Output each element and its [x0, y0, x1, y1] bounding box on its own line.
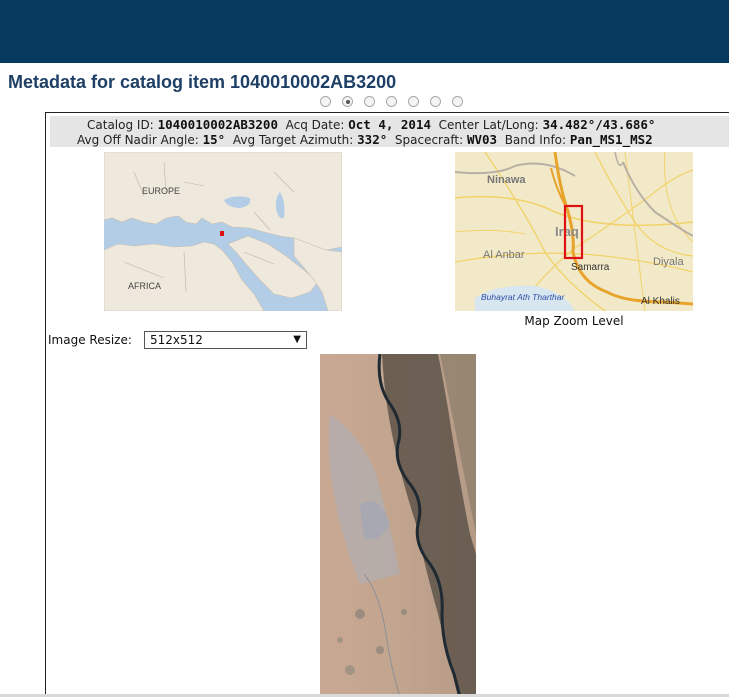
overview-map-graphic: EUROPE AFRICA [104, 152, 342, 311]
metadata-bar: Catalog ID: 1040010002AB3200 Acq Date: O… [50, 116, 729, 147]
dropdown-arrow-icon: ▼ [293, 334, 301, 345]
acq-date-label: Acq Date: [285, 118, 345, 132]
iraq-label: Iraq [555, 224, 579, 239]
catalog-id-value: 1040010002AB3200 [157, 117, 278, 132]
pager-dot[interactable] [386, 96, 397, 107]
satellite-image-graphic [320, 354, 476, 697]
map-zoom-caption: Map Zoom Level [524, 314, 624, 328]
al-anbar-label: Al Anbar [483, 249, 525, 261]
zoom-map-graphic: Ninawa Iraq Al Anbar Samarra Diyala Buha… [455, 152, 693, 311]
catalog-id-label: Catalog ID: [87, 118, 154, 132]
pager-dot[interactable] [430, 96, 441, 107]
acq-date-value: Oct 4, 2014 [348, 117, 432, 132]
center-latlong-label: Center Lat/Long: [438, 118, 539, 132]
center-latlong-value: 34.482°/43.686° [542, 117, 656, 132]
footprint-marker [220, 231, 224, 236]
metadata-row-2: Avg Off Nadir Angle: 15° Avg Target Azim… [77, 132, 653, 148]
al-khalis-label: Al Khalis [641, 296, 680, 307]
image-resize-value: 512x512 [150, 333, 203, 347]
africa-label: AFRICA [128, 281, 161, 291]
pager-dot[interactable] [408, 96, 419, 107]
band-info-label: Band Info: [504, 133, 567, 147]
ninawa-label: Ninawa [487, 174, 526, 186]
samarra-label: Samarra [571, 262, 610, 273]
target-azimuth-label: Avg Target Azimuth: [232, 133, 354, 147]
satellite-image [320, 354, 476, 697]
off-nadir-value: 15° [202, 132, 226, 147]
europe-label: EUROPE [142, 186, 180, 196]
spacecraft-value: WV03 [466, 132, 498, 147]
image-pager [320, 96, 463, 110]
metadata-row-1: Catalog ID: 1040010002AB3200 Acq Date: O… [87, 117, 655, 133]
spacecraft-label: Spacecraft: [394, 133, 464, 147]
target-azimuth-value: 332° [357, 132, 388, 147]
top-header-bar [0, 0, 729, 63]
pager-dot[interactable] [364, 96, 375, 107]
page-title: Metadata for catalog item 1040010002AB32… [8, 72, 397, 92]
diyala-label: Diyala [653, 256, 684, 268]
overview-map[interactable]: EUROPE AFRICA [104, 152, 342, 311]
off-nadir-label: Avg Off Nadir Angle: [77, 133, 199, 147]
pager-dot-active[interactable] [342, 96, 353, 107]
image-resize-select[interactable]: 512x512 ▼ [144, 331, 307, 349]
pager-dot[interactable] [452, 96, 463, 107]
pager-dot[interactable] [320, 96, 331, 107]
zoom-map[interactable]: Ninawa Iraq Al Anbar Samarra Diyala Buha… [455, 152, 693, 311]
band-info-value: Pan_MS1_MS2 [569, 132, 653, 147]
lake-label: Buhayrat Ath Tharthar [481, 292, 565, 302]
image-resize-label: Image Resize: [48, 333, 132, 347]
